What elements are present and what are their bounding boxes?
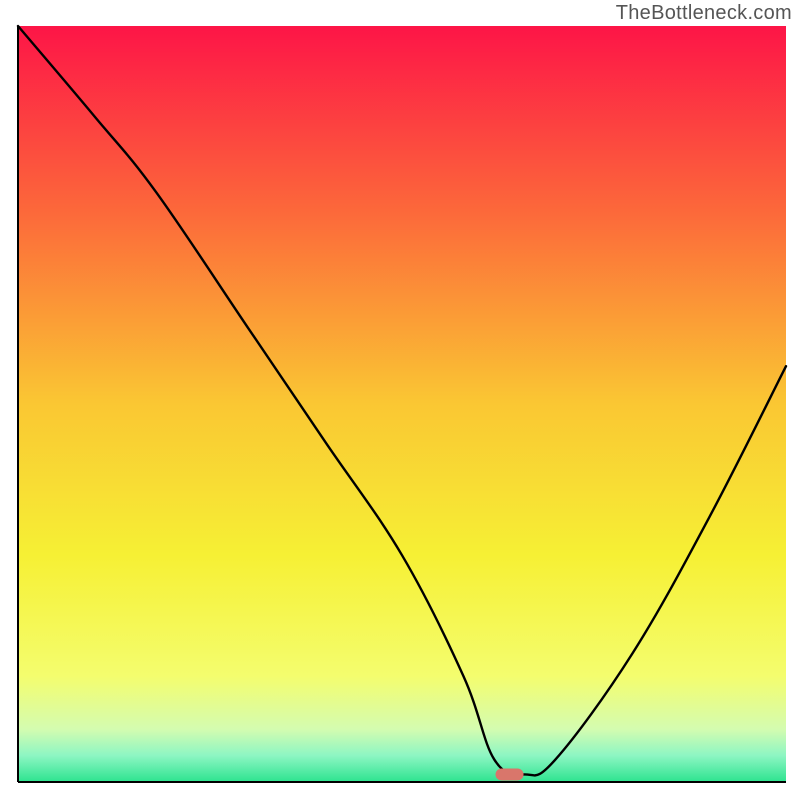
plot-area [17, 26, 786, 783]
optimal-point-marker [496, 768, 524, 780]
axis-left [17, 26, 19, 782]
axis-bottom [18, 781, 786, 783]
bottleneck-chart: TheBottleneck.com [0, 0, 800, 800]
gradient-rect [18, 26, 786, 782]
chart-svg [0, 0, 800, 800]
